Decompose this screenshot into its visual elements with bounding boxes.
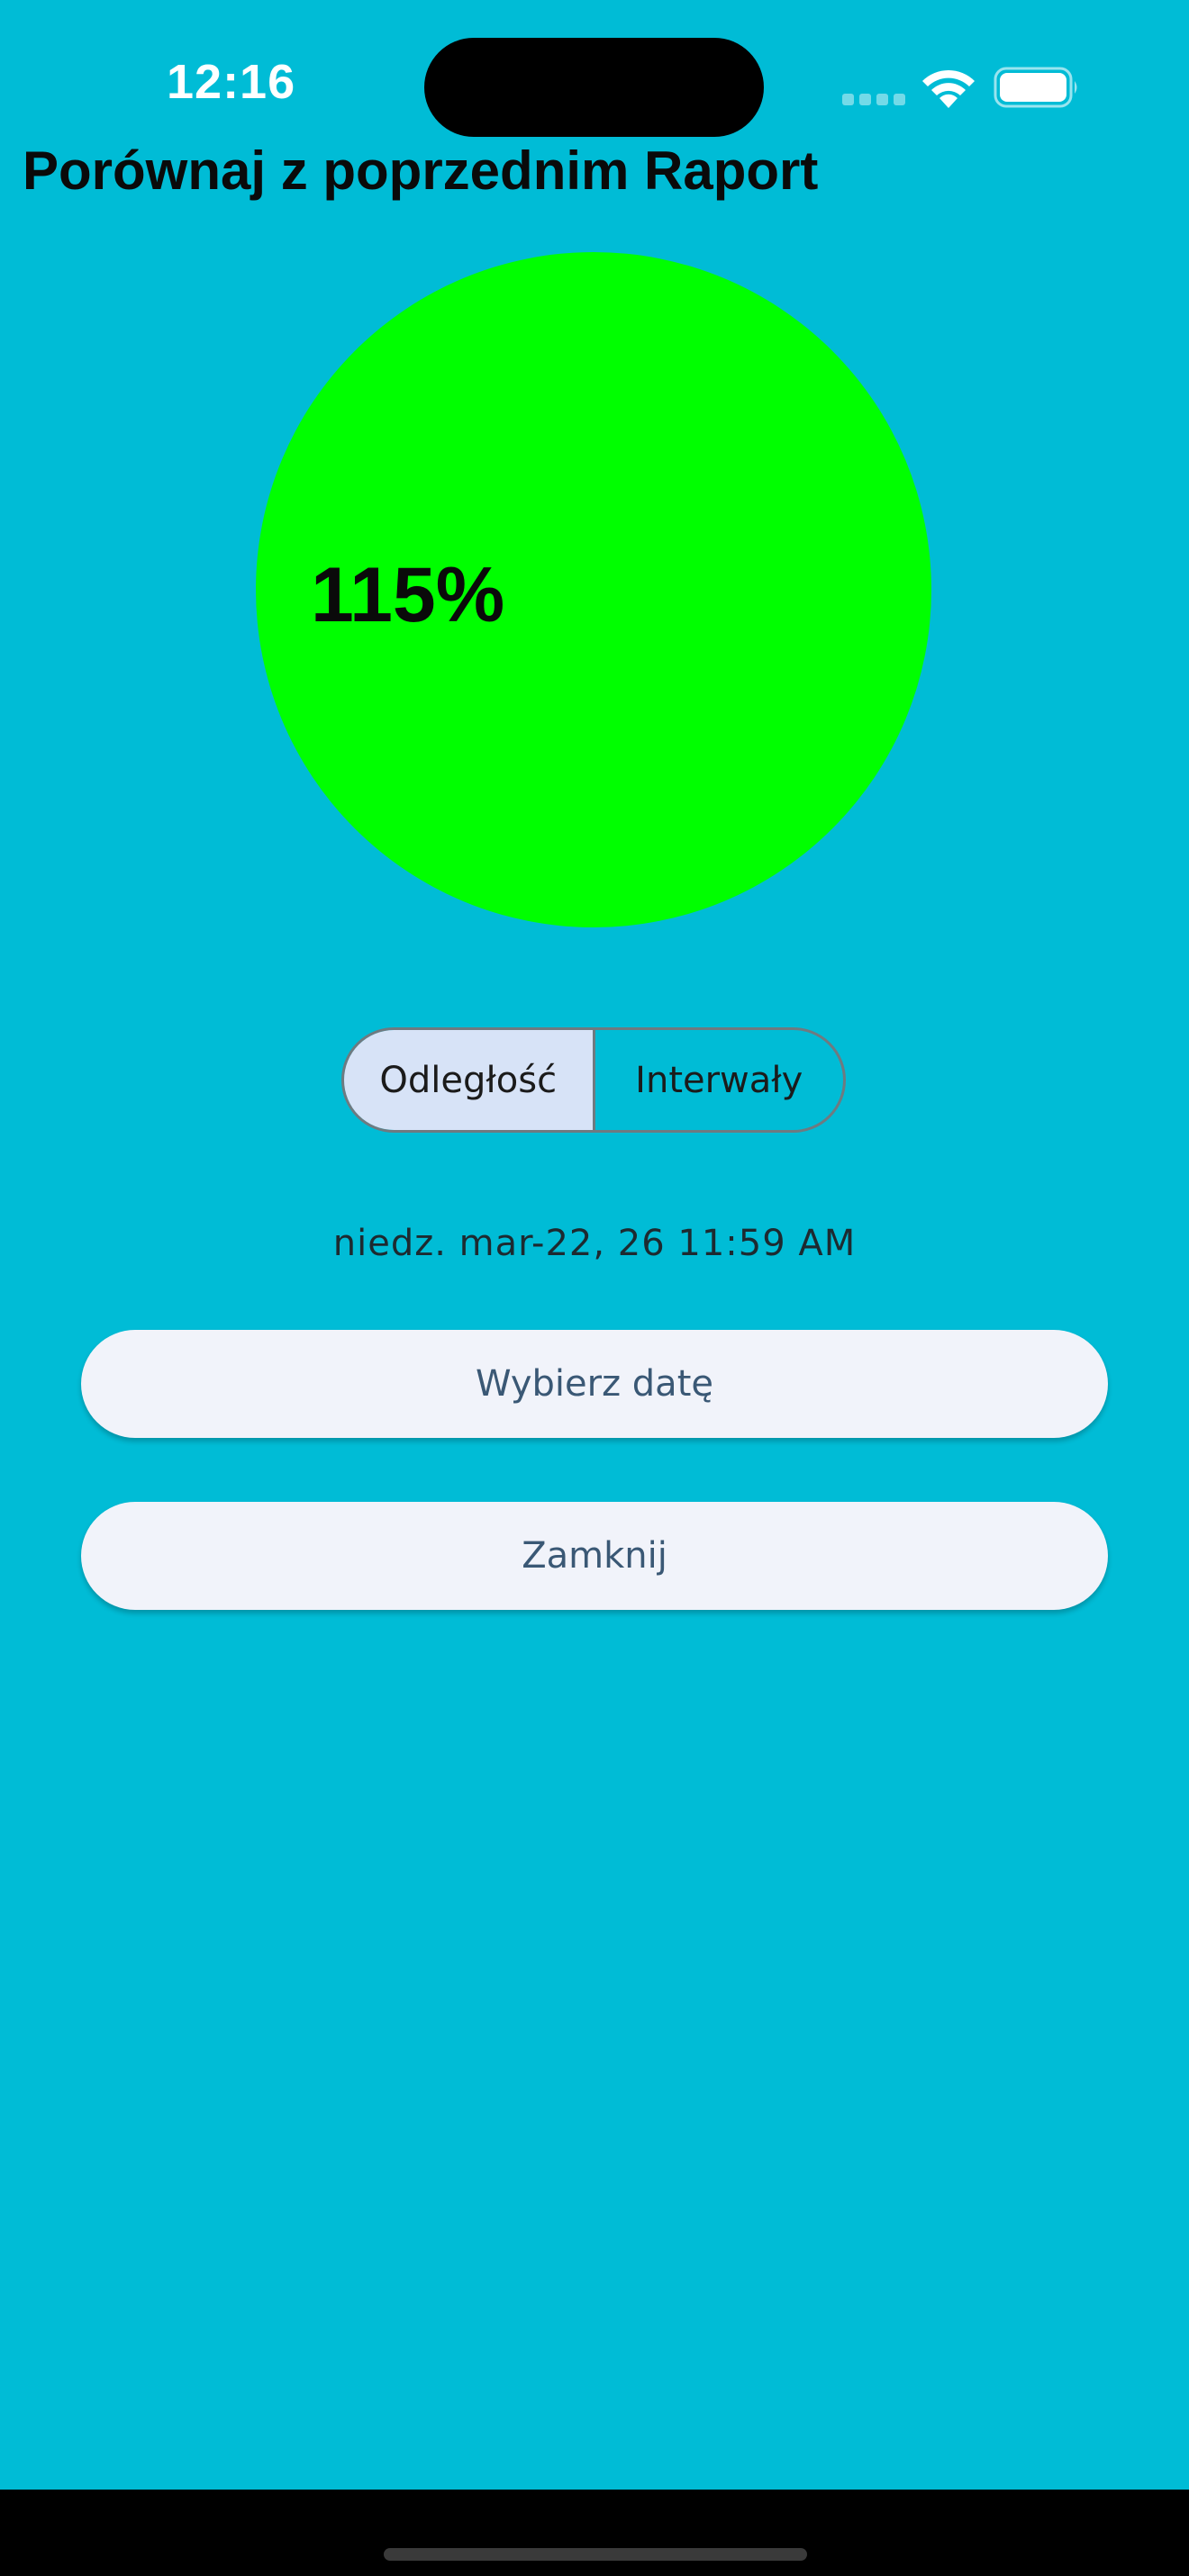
dynamic-island [424,38,764,137]
status-bar: 12:16 [0,0,1189,137]
pick-date-button[interactable]: Wybierz datę [81,1330,1108,1438]
pie-data-label: 115% [311,552,504,638]
home-bar-area [0,2490,1189,2576]
segment-intervals[interactable]: Interwały [595,1030,844,1130]
cellular-signal-icon [842,94,905,106]
page-title: Porównaj z poprzednim Raport [23,140,819,201]
home-indicator[interactable] [384,2548,807,2561]
segment-distance[interactable]: Odległość [344,1030,595,1130]
status-time: 12:16 [167,55,296,109]
battery-icon [994,67,1077,108]
comparison-pie-chart: 115% [256,252,931,927]
wifi-icon [922,69,975,108]
metric-segmented-control[interactable]: Odległość Interwały [341,1027,846,1133]
close-button[interactable]: Zamknij [81,1502,1108,1610]
selected-date-text: niedz. mar-22, 26 11:59 AM [332,1223,857,1264]
